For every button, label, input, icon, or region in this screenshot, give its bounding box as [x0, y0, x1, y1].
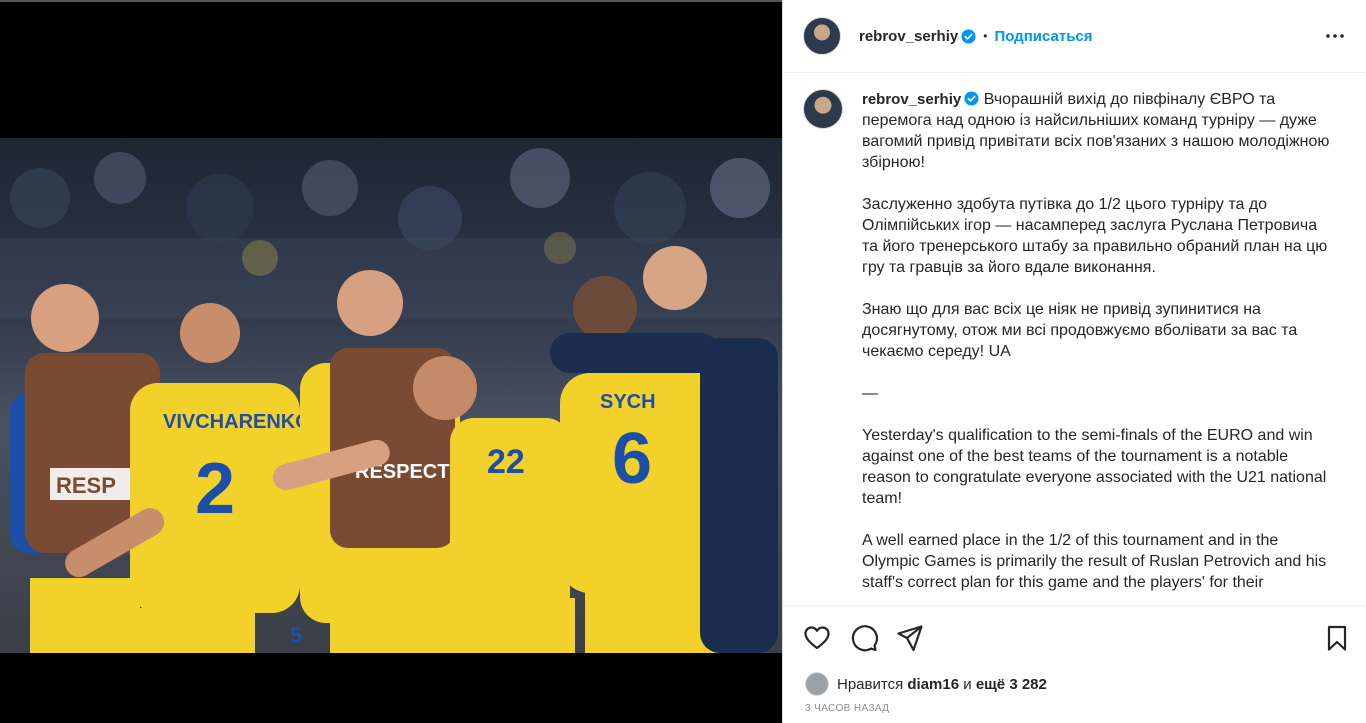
header-separator: • — [983, 29, 988, 43]
likes-count-link[interactable]: ещё 3 282 — [976, 676, 1047, 693]
share-icon[interactable] — [896, 624, 924, 652]
jersey-number-2: 2 — [195, 449, 235, 529]
liker-avatar[interactable] — [805, 672, 829, 696]
jersey-name-vivcharenko: VIVCHARENKO — [163, 411, 311, 433]
post-side-panel: rebrov_serhiy • Подписаться rebrov_serhi… — [782, 0, 1366, 723]
board-text: RESP — [56, 473, 116, 498]
follow-button[interactable]: Подписаться — [994, 28, 1092, 45]
author-avatar[interactable] — [803, 17, 841, 55]
more-options-icon[interactable] — [1325, 26, 1345, 46]
likes-middle: и — [963, 675, 972, 693]
caption-dash: — — [862, 385, 878, 402]
jersey-number-22: 22 — [487, 443, 525, 481]
caption-scroll-area[interactable]: rebrov_serhiy Вчорашній вихід до півфіна… — [783, 73, 1366, 605]
post-photo[interactable]: RESP VIVCHARENKO 2 RESPECT 22 SYCH 6 5 — [0, 138, 782, 653]
media-top-border — [0, 0, 782, 2]
jersey-name-sych: SYCH — [600, 391, 656, 413]
caption-ua-paragraph-2: Заслуженно здобута путівка до 1/2 цього … — [862, 196, 1332, 276]
likes-summary: Нравится diam16 и ещё 3 282 — [805, 672, 1047, 696]
post-header: rebrov_serhiy • Подписаться — [783, 0, 1366, 73]
post-timestamp[interactable]: 3 ЧАСОВ НАЗАД — [805, 703, 889, 714]
team-celebration-image: RESP VIVCHARENKO 2 RESPECT 22 SYCH 6 5 — [0, 148, 782, 653]
caption-ua-paragraph-3: Знаю що для вас всіх це ніяк не привід з… — [862, 301, 1302, 360]
comment-icon[interactable] — [850, 624, 878, 652]
heart-icon[interactable] — [803, 624, 831, 652]
caption-en-paragraph-1: Yesterday's qualification to the semi-fi… — [862, 427, 1331, 507]
caption-username[interactable]: rebrov_serhiy — [862, 91, 961, 108]
author-username[interactable]: rebrov_serhiy — [859, 28, 958, 45]
verified-badge-icon — [961, 28, 976, 44]
verified-badge-icon — [964, 91, 979, 106]
post-actions-bar: Нравится diam16 и ещё 3 282 3 ЧАСОВ НАЗА… — [783, 605, 1366, 723]
caption-author-avatar[interactable] — [803, 89, 843, 129]
likes-user-link[interactable]: diam16 — [907, 676, 959, 693]
post-media: RESP VIVCHARENKO 2 RESPECT 22 SYCH 6 5 — [0, 0, 782, 723]
bookmark-icon[interactable] — [1323, 624, 1351, 652]
jersey-number-5: 5 — [290, 623, 302, 648]
post-caption: rebrov_serhiy Вчорашній вихід до півфіна… — [862, 89, 1337, 593]
caption-en-paragraph-2: A well earned place in the 1/2 of this t… — [862, 532, 1331, 591]
likes-prefix: Нравится — [837, 675, 904, 693]
jersey-number-6: 6 — [612, 419, 652, 499]
